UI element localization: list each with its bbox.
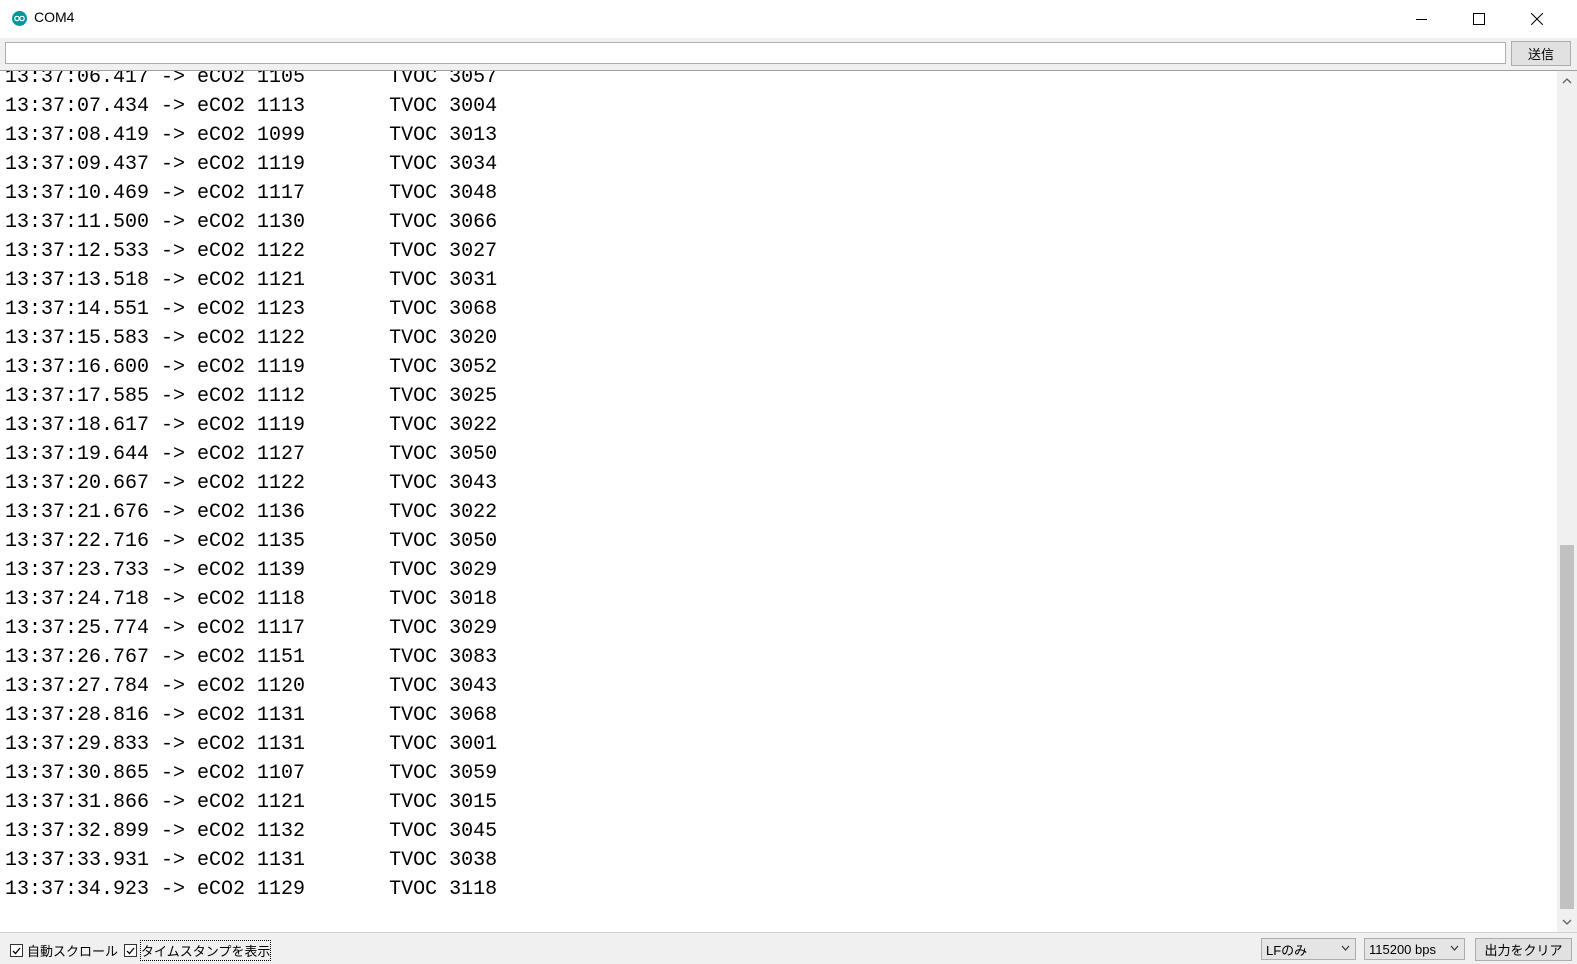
serial-line: 13:37:11.500 -> eCO2 1130 TVOC 3066 [5, 211, 498, 234]
autoscroll-label: 自動スクロール [27, 945, 119, 960]
serial-line: 13:37:31.866 -> eCO2 1121 TVOC 3015 [5, 791, 498, 814]
serial-line: 13:37:06.417 -> eCO2 1105 TVOC 3057 [5, 70, 498, 89]
serial-line: 13:37:19.644 -> eCO2 1127 TVOC 3050 [5, 443, 498, 466]
autoscroll-checkbox[interactable]: 自動スクロール [10, 941, 118, 960]
vertical-scrollbar[interactable] [1557, 70, 1577, 932]
close-button[interactable] [1508, 0, 1566, 38]
timestamp-label: タイムスタンプを表示 [139, 940, 272, 961]
scroll-down-button[interactable] [1557, 912, 1577, 932]
arduino-icon [12, 11, 27, 26]
serial-line: 13:37:29.833 -> eCO2 1131 TVOC 3001 [5, 733, 498, 756]
serial-line: 13:37:16.600 -> eCO2 1119 TVOC 3052 [5, 356, 498, 379]
window-title: COM4 [34, 9, 75, 25]
checkbox-box[interactable] [124, 944, 137, 957]
clear-output-button[interactable]: 出力をクリア [1475, 938, 1572, 961]
serial-line: 13:37:28.816 -> eCO2 1131 TVOC 3068 [5, 704, 498, 727]
serial-line: 13:37:20.667 -> eCO2 1122 TVOC 3043 [5, 472, 498, 495]
serial-line: 13:37:33.931 -> eCO2 1131 TVOC 3038 [5, 849, 498, 872]
title-bar: COM4 [0, 0, 1577, 38]
serial-line: 13:37:22.716 -> eCO2 1135 TVOC 3050 [5, 530, 498, 553]
maximize-button[interactable] [1450, 0, 1508, 38]
serial-line: 13:37:12.533 -> eCO2 1122 TVOC 3027 [5, 240, 498, 263]
maximize-icon [1473, 13, 1485, 25]
serial-line: 13:37:30.865 -> eCO2 1107 TVOC 3059 [5, 762, 498, 785]
line-ending-select[interactable]: LFのみ [1261, 938, 1356, 960]
close-icon [1531, 13, 1543, 25]
baud-rate-value: 115200 bps [1369, 941, 1436, 957]
serial-line: 13:37:24.718 -> eCO2 1118 TVOC 3018 [5, 588, 498, 611]
serial-line: 13:37:07.434 -> eCO2 1113 TVOC 3004 [5, 95, 498, 118]
chevron-up-icon [1562, 78, 1572, 84]
baud-rate-select[interactable]: 115200 bps [1364, 938, 1465, 960]
status-bar: 自動スクロール タイムスタンプを表示 LFのみ 115200 bps 出力をクリ… [0, 932, 1577, 964]
scrollbar-thumb[interactable] [1560, 545, 1574, 909]
serial-line: 13:37:10.469 -> eCO2 1117 TVOC 3048 [5, 182, 498, 205]
serial-line: 13:37:14.551 -> eCO2 1123 TVOC 3068 [5, 298, 498, 321]
serial-output[interactable]: 13:37:06.417 -> eCO2 1105 TVOC 3057 13:37… [0, 70, 1557, 932]
minimize-button[interactable] [1392, 0, 1450, 38]
timestamp-checkbox[interactable]: タイムスタンプを表示 [124, 940, 272, 961]
scroll-up-button[interactable] [1557, 71, 1577, 91]
serial-lines: 13:37:06.417 -> eCO2 1105 TVOC 3057 13:37… [5, 70, 498, 904]
serial-line: 13:37:08.419 -> eCO2 1099 TVOC 3013 [5, 124, 498, 147]
chevron-down-icon [1562, 919, 1572, 925]
serial-line: 13:37:21.676 -> eCO2 1136 TVOC 3022 [5, 501, 498, 524]
serial-line: 13:37:18.617 -> eCO2 1119 TVOC 3022 [5, 414, 498, 437]
chevron-down-icon [1450, 945, 1459, 951]
serial-line: 13:37:25.774 -> eCO2 1117 TVOC 3029 [5, 617, 498, 640]
chevron-down-icon [1341, 945, 1350, 951]
serial-line: 13:37:09.437 -> eCO2 1119 TVOC 3034 [5, 153, 498, 176]
serial-line: 13:37:34.923 -> eCO2 1129 TVOC 3118 [5, 878, 498, 901]
send-bar: 送信 [0, 38, 1577, 70]
minimize-icon [1415, 18, 1427, 20]
serial-line: 13:37:13.518 -> eCO2 1121 TVOC 3031 [5, 269, 498, 292]
serial-line: 13:37:27.784 -> eCO2 1120 TVOC 3043 [5, 675, 498, 698]
serial-line: 13:37:32.899 -> eCO2 1132 TVOC 3045 [5, 820, 498, 843]
serial-line: 13:37:15.583 -> eCO2 1122 TVOC 3020 [5, 327, 498, 350]
send-button[interactable]: 送信 [1511, 41, 1571, 66]
send-input[interactable] [5, 42, 1506, 64]
serial-line: 13:37:26.767 -> eCO2 1151 TVOC 3083 [5, 646, 498, 669]
serial-line: 13:37:23.733 -> eCO2 1139 TVOC 3029 [5, 559, 498, 582]
line-ending-value: LFのみ [1266, 942, 1308, 958]
checkbox-box[interactable] [10, 944, 23, 957]
checkmark-icon [12, 947, 21, 954]
checkmark-icon [126, 947, 135, 954]
serial-line: 13:37:17.585 -> eCO2 1112 TVOC 3025 [5, 385, 498, 408]
